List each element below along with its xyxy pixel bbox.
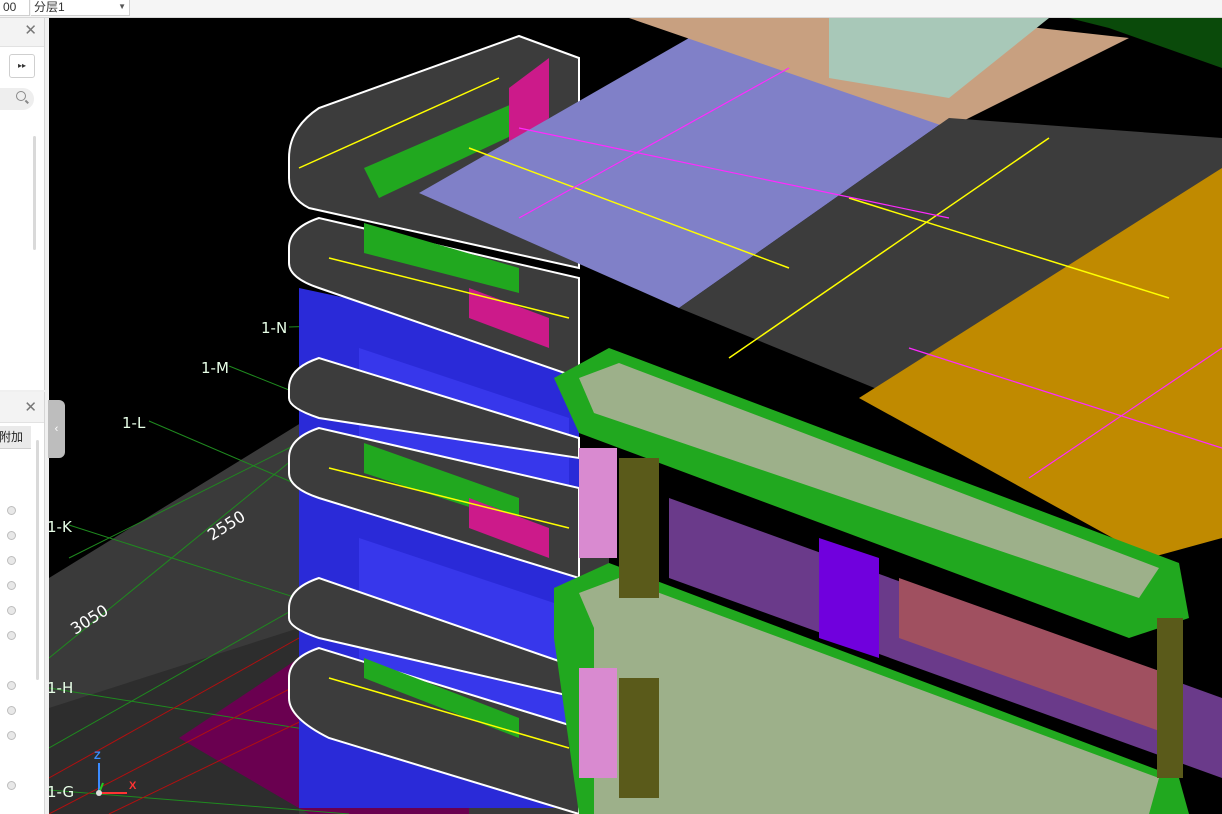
radio-option[interactable] bbox=[7, 581, 16, 590]
close-icon[interactable]: ✕ bbox=[24, 400, 37, 415]
radio-option[interactable] bbox=[7, 606, 16, 615]
radio-option[interactable] bbox=[7, 731, 16, 740]
building-model bbox=[49, 18, 1222, 814]
radio-option[interactable] bbox=[7, 556, 16, 565]
collapse-panel-tab[interactable]: ‹ bbox=[48, 400, 65, 458]
left-panel-top: ✕ ▸▸ bbox=[0, 18, 45, 390]
search-icon bbox=[16, 91, 26, 101]
layer-combo[interactable]: 分层1 ▼ bbox=[31, 0, 130, 16]
model-viewport[interactable]: 1-N 1-M 1-L 1-K 1-H 1-G 2550 3050 Z X bbox=[49, 18, 1222, 814]
top-toolbar: 00 分层1 ▼ bbox=[0, 0, 1222, 18]
radio-option[interactable] bbox=[7, 531, 16, 540]
axis-label: 1-K bbox=[49, 518, 72, 536]
axis-label: 1-L bbox=[122, 414, 146, 432]
radio-option[interactable] bbox=[7, 781, 16, 790]
layer-combo-value: 分层1 bbox=[34, 0, 65, 14]
radio-option[interactable] bbox=[7, 681, 16, 690]
chevron-down-icon: ▼ bbox=[118, 2, 126, 11]
tab-addon[interactable]: 附加 bbox=[0, 426, 31, 449]
axis-label: 1-N bbox=[261, 319, 288, 337]
scale-combo-value: 00 bbox=[3, 0, 17, 14]
panel-header: ✕ bbox=[0, 18, 44, 47]
axis-label: 1-M bbox=[201, 359, 229, 377]
radio-option[interactable] bbox=[7, 631, 16, 640]
scrollbar[interactable] bbox=[33, 136, 36, 250]
chevron-left-icon: ‹ bbox=[54, 423, 59, 435]
scrollbar[interactable] bbox=[36, 440, 39, 680]
search-input[interactable] bbox=[0, 88, 34, 110]
axis-x-label: X bbox=[129, 780, 137, 792]
axis-z-label: Z bbox=[94, 750, 101, 762]
axis-label: 1-G bbox=[49, 783, 75, 801]
close-icon[interactable]: ✕ bbox=[24, 23, 37, 38]
interior-wall bbox=[819, 538, 879, 658]
scale-combo[interactable]: 00 bbox=[0, 0, 30, 16]
panel-header: ✕ bbox=[0, 392, 44, 423]
expand-button[interactable]: ▸▸ bbox=[9, 54, 35, 78]
left-panel-bottom: ✕ bbox=[0, 392, 45, 814]
radio-option[interactable] bbox=[7, 706, 16, 715]
axis-label: 1-H bbox=[49, 679, 74, 697]
radio-option[interactable] bbox=[7, 506, 16, 515]
